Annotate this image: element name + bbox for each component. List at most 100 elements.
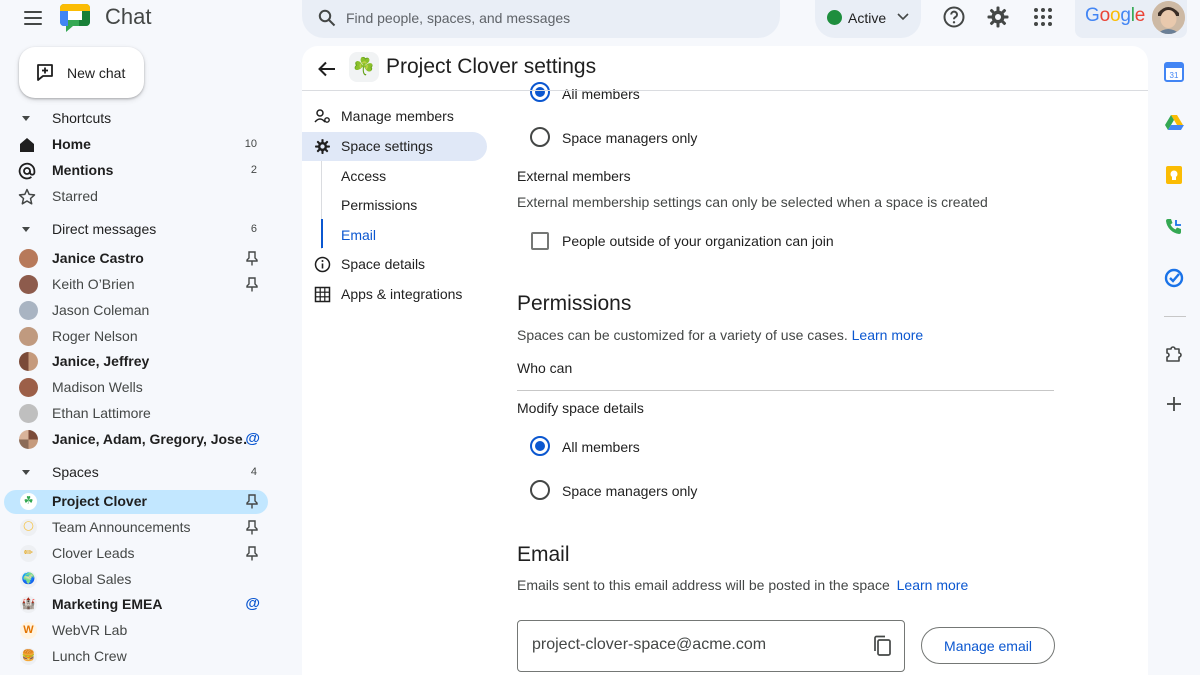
unread-count: 6: [250, 223, 257, 235]
radio-modify-all-members[interactable]: [530, 436, 550, 456]
dm-name: Keith O’Brien: [52, 276, 135, 292]
external-members-heading: External members: [517, 168, 631, 184]
space-item[interactable]: 🌍 Global Sales: [4, 568, 268, 592]
add-icon[interactable]: [1164, 394, 1184, 414]
dm-item[interactable]: Janice, Adam, Gregory, Jose… @: [4, 428, 268, 452]
dm-name: Madison Wells: [52, 379, 143, 395]
drive-icon[interactable]: [1164, 113, 1184, 133]
account-avatar[interactable]: [1152, 1, 1185, 34]
sidebar-item-label: Home: [52, 136, 91, 152]
external-join-checkbox[interactable]: [531, 232, 549, 250]
dm-name: Ethan Lattimore: [52, 405, 151, 421]
nav-manage-members[interactable]: Manage members: [302, 102, 487, 131]
dm-item[interactable]: Janice Castro: [4, 247, 268, 271]
unread-count: 2: [250, 164, 257, 176]
space-name: Team Announcements: [52, 519, 191, 535]
pin-icon[interactable]: [246, 546, 258, 561]
sidebar-item-starred[interactable]: Starred: [4, 185, 268, 209]
voice-phone-icon[interactable]: [1164, 217, 1184, 237]
dm-item[interactable]: Jason Coleman: [4, 299, 268, 323]
keep-icon[interactable]: [1164, 165, 1184, 185]
pin-icon[interactable]: [246, 494, 258, 509]
avatar: [19, 430, 38, 449]
space-name: Project Clover: [52, 493, 147, 509]
space-emoji: 🌍: [20, 571, 37, 588]
space-email-field[interactable]: project-clover-space@acme.com: [517, 620, 905, 672]
page-title: Project Clover settings: [386, 55, 597, 78]
search-bar[interactable]: Find people, spaces, and messages: [302, 0, 780, 38]
nav-apps-integrations[interactable]: Apps & integrations: [302, 280, 487, 309]
space-item[interactable]: ✏ Clover Leads: [4, 542, 268, 566]
direct-messages-header[interactable]: Direct messages 6: [4, 218, 268, 242]
apps-grid-icon[interactable]: [1033, 7, 1053, 27]
search-input[interactable]: Find people, spaces, and messages: [346, 10, 570, 26]
add-ons-puzzle-icon[interactable]: [1164, 343, 1184, 363]
back-arrow-icon[interactable]: [316, 58, 338, 80]
tasks-icon[interactable]: [1164, 268, 1184, 288]
radio-modify-space-managers[interactable]: [530, 480, 550, 500]
email-learn-more-link[interactable]: Learn more: [897, 577, 969, 593]
space-emoji: W: [20, 622, 37, 639]
mention-icon: @: [245, 595, 260, 612]
sidebar-item-label: Mentions: [52, 162, 114, 178]
space-item-project-clover[interactable]: ☘ Project Clover: [4, 490, 268, 514]
space-item[interactable]: 🍔 Lunch Crew: [4, 645, 268, 669]
nav-email[interactable]: Email: [341, 227, 376, 243]
google-logo: Google: [1085, 5, 1146, 26]
email-description-text: Emails sent to this email address will b…: [517, 577, 890, 593]
account-area[interactable]: Google: [1075, 0, 1187, 38]
side-panel-rail: 31: [1148, 46, 1200, 675]
nav-permissions[interactable]: Permissions: [341, 197, 417, 213]
new-chat-icon: [37, 64, 53, 81]
main-menu-icon[interactable]: [22, 6, 46, 30]
status-selector[interactable]: Active: [815, 0, 921, 38]
help-icon[interactable]: [942, 5, 966, 29]
nav-label: Apps & integrations: [341, 286, 463, 302]
external-members-description: External membership settings can only be…: [517, 194, 988, 210]
radio-space-managers-top[interactable]: [530, 127, 550, 147]
chevron-down-icon: [897, 13, 909, 21]
pin-icon[interactable]: [246, 251, 258, 266]
spaces-header[interactable]: Spaces 4: [4, 461, 268, 485]
dm-name: Janice, Adam, Gregory, Jose…: [52, 431, 247, 447]
sidebar-item-home[interactable]: Home 10: [4, 133, 268, 157]
space-emoji-badge: ☘️: [349, 52, 379, 82]
search-icon[interactable]: [318, 9, 336, 27]
radio-label: All members: [562, 86, 640, 102]
subnav-active-indicator: [321, 219, 323, 248]
permissions-description: Spaces can be customized for a variety o…: [517, 327, 923, 343]
home-icon: [20, 138, 34, 152]
space-item[interactable]: 🌕 Team Announcements: [4, 516, 268, 540]
calendar-icon[interactable]: 31: [1164, 62, 1184, 82]
gear-icon[interactable]: [986, 5, 1010, 29]
nav-space-details[interactable]: Space details: [302, 250, 487, 279]
dm-item[interactable]: Keith O’Brien: [4, 273, 268, 297]
nav-access[interactable]: Access: [341, 168, 386, 184]
nav-space-settings[interactable]: Space settings: [302, 132, 487, 161]
space-name: WebVR Lab: [52, 622, 128, 638]
gear-icon: [315, 139, 330, 154]
avatar: [19, 275, 38, 294]
manage-email-button[interactable]: Manage email: [921, 627, 1055, 664]
sidebar-item-mentions[interactable]: Mentions 2: [4, 159, 268, 183]
space-name: Marketing EMEA: [52, 596, 163, 612]
copy-icon[interactable]: [872, 635, 892, 657]
shortcuts-header[interactable]: Shortcuts: [4, 107, 268, 131]
pin-icon[interactable]: [246, 520, 258, 535]
svg-text:31: 31: [1170, 71, 1179, 80]
avatar: [19, 404, 38, 423]
space-item[interactable]: W WebVR Lab: [4, 619, 268, 643]
permissions-learn-more-link[interactable]: Learn more: [852, 327, 924, 343]
dm-item[interactable]: Ethan Lattimore: [4, 402, 268, 426]
space-name: Lunch Crew: [52, 648, 127, 664]
dm-item[interactable]: Madison Wells: [4, 376, 268, 400]
dm-item[interactable]: Roger Nelson: [4, 325, 268, 349]
pin-icon[interactable]: [246, 277, 258, 292]
dm-item[interactable]: Janice, Jeffrey: [4, 350, 268, 374]
unread-count: 4: [250, 466, 257, 478]
email-heading: Email: [517, 543, 570, 566]
radio-all-members-top[interactable]: [530, 82, 550, 102]
space-item[interactable]: 🏰 Marketing EMEA @: [4, 593, 268, 617]
new-chat-button[interactable]: New chat: [19, 47, 144, 98]
caret-down-icon: [22, 470, 30, 475]
